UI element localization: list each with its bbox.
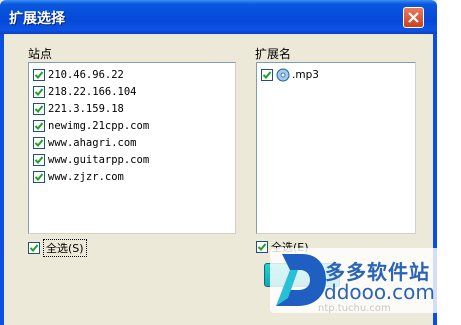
page-background [437,0,461,325]
watermark-small: ntp.tuchu.com [318,303,391,314]
site-item[interactable]: www.ahagri.com [33,135,137,151]
extensions-label: 扩展名 [255,47,292,61]
site-label: www.zjzr.com [48,171,124,183]
site-item[interactable]: 221.3.159.18 [33,101,124,117]
sites-label: 站点 [28,47,53,61]
extensions-listbox[interactable]: .mp3 [256,62,416,234]
select-all-label: 全选(S) [43,239,87,257]
window-border-left [0,34,4,325]
select-all-checkbox[interactable] [256,241,268,253]
site-label: 210.46.96.22 [48,69,124,81]
close-button[interactable] [403,7,424,28]
extension-item[interactable]: .mp3 [261,67,319,83]
site-item[interactable]: newimg.21cpp.com [33,118,149,134]
site-label: newimg.21cpp.com [48,120,150,132]
select-all-checkbox[interactable] [28,242,40,254]
audio-file-icon [276,68,290,82]
site-checkbox[interactable] [33,120,45,132]
site-checkbox[interactable] [33,69,45,81]
site-label: 218.22.166.104 [48,86,137,98]
ddooo-logo-icon [276,254,326,306]
site-label: www.ahagri.com [48,137,137,149]
site-label: 221.3.159.18 [48,103,124,115]
site-label: www.guitarpp.com [48,154,150,166]
site-item[interactable]: www.guitarpp.com [33,152,149,168]
site-checkbox[interactable] [33,137,45,149]
extension-label: .mp3 [292,69,319,81]
site-checkbox[interactable] [33,171,45,183]
sites-select-all[interactable]: 全选(S) [28,239,87,257]
site-checkbox[interactable] [33,86,45,98]
close-icon [408,12,419,23]
extension-checkbox[interactable] [261,69,273,81]
window-title: 扩展选择 [9,11,65,27]
site-item[interactable]: 218.22.166.104 [33,84,137,100]
site-checkbox[interactable] [33,154,45,166]
site-item[interactable]: 210.46.96.22 [33,67,124,83]
site-item[interactable]: www.zjzr.com [33,169,124,185]
site-checkbox[interactable] [33,103,45,115]
title-bar[interactable]: 扩展选择 [0,0,437,34]
watermark-url: ddooo.com [324,280,435,304]
sites-listbox[interactable]: 210.46.96.22 218.22.166.104 221.3.159.18… [28,62,236,234]
